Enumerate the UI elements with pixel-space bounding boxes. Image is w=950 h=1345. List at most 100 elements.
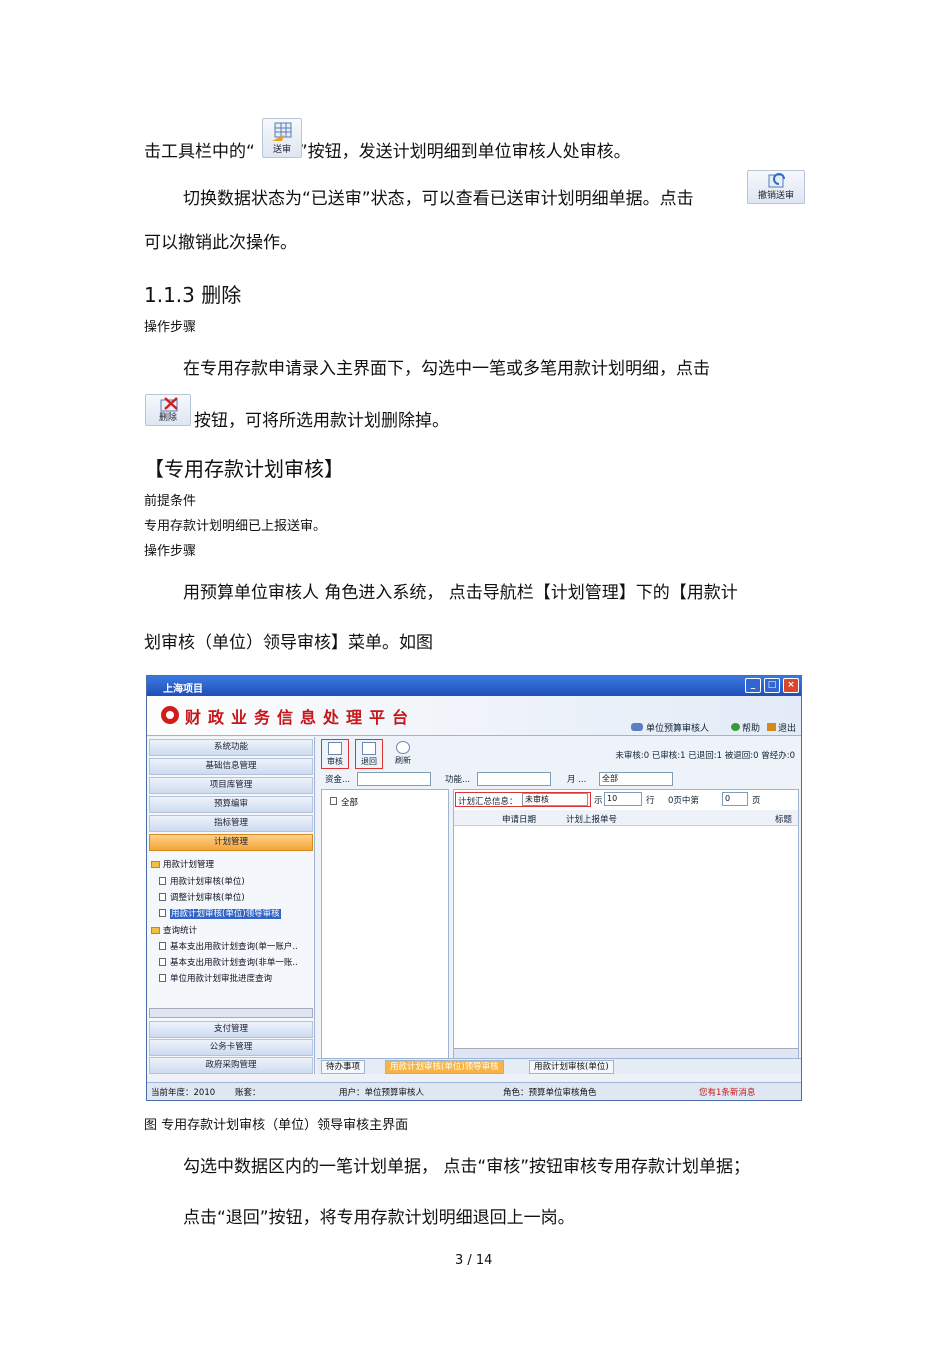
nav-user[interactable]: 单位预算审核人 <box>631 721 709 734</box>
tree-item-label: 用款计划审核(单位)领导审核 <box>170 909 281 919</box>
tree-group-label: 用款计划管理 <box>163 860 215 870</box>
paragraph-send-pre: 击工具栏中的“ ”按钮，发送计划明细到单位审核人处审核。 <box>144 140 631 164</box>
fund-filter-label: 资金... <box>325 775 351 785</box>
status-account: 账套： <box>235 1088 261 1098</box>
month-select[interactable]: 全部 <box>599 772 673 786</box>
text-send-post: ”按钮，发送计划明细到单位审核人处审核。 <box>298 142 631 162</box>
tree-item-label: 用款计划审核(单位) <box>170 877 245 887</box>
delete-label: 删除 <box>158 413 177 423</box>
fund-filter-input[interactable] <box>357 772 431 786</box>
menu-budget[interactable]: 预算编审 <box>149 796 313 813</box>
status-counts: 未审核:0 已审核:1 已退回:1 被退回:0 曾经办:0 <box>615 751 795 761</box>
tree-item-query-single[interactable]: 基本支出用款计划查询(单一账户.. <box>159 940 298 952</box>
nav-help-label: 帮助 <box>742 724 761 734</box>
menu-basic-info[interactable]: 基础信息管理 <box>149 758 313 775</box>
status-role: 角色：预算单位审核角色 <box>503 1088 597 1098</box>
grid-header-date[interactable]: 申请日期 <box>502 813 536 825</box>
pager-row-label: 行 <box>646 796 655 806</box>
text-precondition: 专用存款计划明细已上报送审。 <box>144 519 327 534</box>
paragraph-delete-result: 按钮，可将所选用款计划删除掉。 <box>194 411 449 431</box>
tree-node-all[interactable]: 全部 <box>330 796 358 808</box>
return-button[interactable]: 退回 <box>355 739 383 769</box>
brand-title: 财政业务信息处理平台 <box>185 708 416 727</box>
function-filter-input[interactable] <box>477 772 551 786</box>
tree-item-plan-audit[interactable]: 用款计划审核(单位) <box>159 875 245 887</box>
menu-payment[interactable]: 支付管理 <box>149 1021 313 1038</box>
status-bar: 当前年度：2010 账套： 用户：单位预算审核人 角色：预算单位审核角色 您有1… <box>147 1082 801 1100</box>
grid-header-report-number[interactable]: 计划上报单号 <box>566 813 617 825</box>
tab-leader-audit[interactable]: 用款计划审核(单位)领导审核 <box>385 1060 504 1074</box>
tree-item-label: 基本支出用款计划查询(非单一账.. <box>170 958 298 968</box>
audit-label: 审核 <box>327 757 343 766</box>
summary-filter-select[interactable]: 未审核 <box>522 793 588 806</box>
tab-plan-audit[interactable]: 用款计划审核(单位) <box>529 1060 614 1074</box>
document-icon <box>159 958 166 966</box>
tree-horizontal-scrollbar[interactable] <box>149 1008 313 1018</box>
document-icon <box>159 909 166 917</box>
page-number: 3 / 14 <box>455 1253 493 1268</box>
status-year: 当前年度：2010 <box>151 1088 216 1098</box>
exit-icon <box>767 723 776 731</box>
refresh-button[interactable]: 刷新 <box>389 739 417 769</box>
audit-button[interactable]: 审核 <box>321 739 349 769</box>
maximize-button[interactable]: □ <box>764 678 780 693</box>
window-titlebar: 上海项目 _ □ × <box>147 676 801 696</box>
user-icon <box>631 723 643 731</box>
pager-show-label: 示 <box>594 796 603 806</box>
function-filter-label: 功能... <box>445 775 471 785</box>
status-new-message[interactable]: 您有1条新消息 <box>699 1086 755 1098</box>
refresh-icon <box>396 741 410 754</box>
menu-procurement[interactable]: 政府采购管理 <box>149 1057 313 1074</box>
pager-rows-select[interactable]: 10 <box>604 792 642 806</box>
tree-item-label: 单位用款计划审批进度查询 <box>170 974 273 984</box>
tab-todo[interactable]: 待办事项 <box>321 1060 366 1074</box>
tree-group-query[interactable]: 查询统计 <box>151 924 197 936</box>
window-title: 上海项目 <box>163 684 203 695</box>
nav-help[interactable]: 帮助 <box>731 721 760 734</box>
revoke-send-button-image: 撤销送审 <box>747 170 805 204</box>
tree-group-payment-plan[interactable]: 用款计划管理 <box>151 858 214 870</box>
text-send-pre: 击工具栏中的“ <box>144 142 255 162</box>
status-user: 用户：单位预算审核人 <box>339 1088 425 1098</box>
nav-exit-label: 退出 <box>778 724 797 734</box>
grid-header-title[interactable]: 标题 <box>775 813 792 825</box>
fund-tree-panel: 全部 <box>321 789 449 1059</box>
return-icon <box>362 742 376 755</box>
tree-item-query-nonsingle[interactable]: 基本支出用款计划查询(非单一账.. <box>159 956 298 968</box>
menu-project-library[interactable]: 项目库管理 <box>149 777 313 794</box>
minimize-button[interactable]: _ <box>745 678 761 693</box>
label-precondition: 前提条件 <box>144 494 197 509</box>
tree-item-progress-query[interactable]: 单位用款计划审批进度查询 <box>159 972 272 984</box>
pager-page-value: 0 <box>725 794 731 803</box>
refresh-label: 刷新 <box>395 756 411 765</box>
return-label: 退回 <box>361 757 377 766</box>
main-area: 审核 退回 刷新 未审核:0 已审核:1 已退回:1 被退回:0 曾经办:0 资… <box>317 737 801 1074</box>
paragraph-revoke: 可以撤销此次操作。 <box>144 233 297 253</box>
heading-delete: 1.1.3 删除 <box>144 283 242 307</box>
paragraph-switch-state: 切换数据状态为“已送审”状态，可以查看已送审计划明细单据。点击 <box>183 189 694 209</box>
left-navigation: 系统功能 基础信息管理 项目库管理 预算编审 指标管理 计划管理 用款计划管理 … <box>147 737 315 1074</box>
pager-page-input[interactable]: 0 <box>722 792 748 806</box>
menu-system-functions[interactable]: 系统功能 <box>149 739 313 756</box>
paragraph-delete-intro: 在专用存款申请录入主界面下，勾选中一笔或多笔用款计划明细，点击 <box>183 359 710 379</box>
month-select-value: 全部 <box>602 774 618 783</box>
pager-page-text: 0页中第 <box>668 796 699 806</box>
tree-item-leader-audit[interactable]: 用款计划审核(单位)领导审核 <box>159 907 281 919</box>
summary-filter-label: 计划汇总信息： <box>458 797 518 807</box>
heading-special-deposit-audit: 【专用存款计划审核】 <box>144 457 344 481</box>
nav-exit[interactable]: 退出 <box>767 721 796 734</box>
send-label: 送审 <box>272 145 291 155</box>
pager-rows-value: 10 <box>607 794 618 803</box>
label-steps-1: 操作步骤 <box>144 320 197 335</box>
tree-item-adjust-audit[interactable]: 调整计划审核(单位) <box>159 891 245 903</box>
document-icon <box>159 942 166 950</box>
help-icon <box>731 723 740 731</box>
paragraph-enter-system: 用预算单位审核人 角色进入系统， 点击导航栏【计划管理】下的【用款计 <box>183 583 738 603</box>
summary-filter[interactable]: 计划汇总信息： 未审核 <box>455 792 591 807</box>
close-button[interactable]: × <box>783 678 799 693</box>
menu-indicator[interactable]: 指标管理 <box>149 815 313 832</box>
menu-plan-management[interactable]: 计划管理 <box>149 834 313 851</box>
menu-official-card[interactable]: 公务卡管理 <box>149 1039 313 1056</box>
grid-horizontal-scrollbar[interactable] <box>454 1048 798 1058</box>
figure-caption: 图 专用存款计划审核（单位）领导审核主界面 <box>144 1118 409 1133</box>
